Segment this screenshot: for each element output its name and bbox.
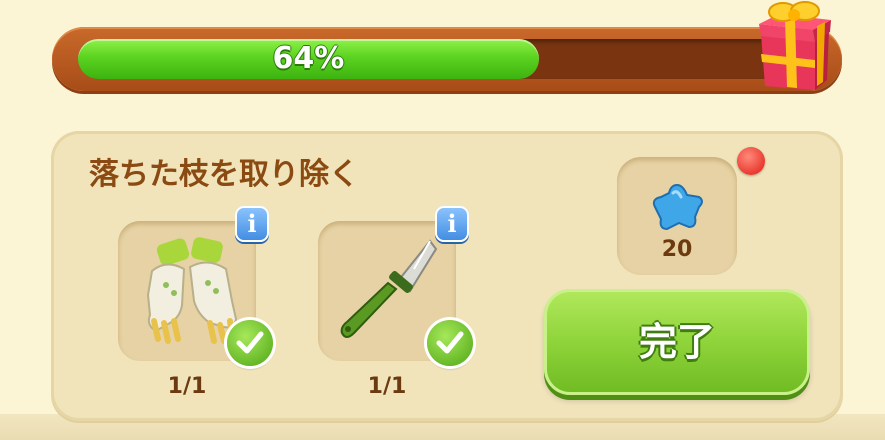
check-icon bbox=[227, 320, 273, 366]
item-count-knife: 1/1 bbox=[367, 374, 407, 399]
reward-slot: 20 bbox=[617, 157, 737, 275]
reward-count: 20 bbox=[661, 237, 693, 262]
check-icon bbox=[427, 320, 473, 366]
info-icon[interactable]: i bbox=[235, 206, 269, 242]
progress-track: 64% bbox=[78, 39, 798, 79]
notification-dot bbox=[737, 147, 765, 175]
complete-button[interactable]: 完了 bbox=[544, 289, 810, 395]
item-count-gloves: 1/1 bbox=[167, 374, 207, 399]
complete-button-label: 完了 bbox=[638, 320, 715, 364]
info-icon[interactable]: i bbox=[435, 206, 469, 242]
progress-bar: 64% bbox=[52, 27, 842, 91]
progress-percent-label: 64% bbox=[272, 41, 345, 76]
gift-box-icon[interactable] bbox=[755, 0, 833, 92]
task-panel: 落ちた枝を取り除く i 1/1 i 1/1 20 完了 bbox=[51, 131, 843, 421]
blue-star-gem-icon bbox=[652, 183, 703, 231]
task-title: 落ちた枝を取り除く bbox=[89, 157, 359, 192]
